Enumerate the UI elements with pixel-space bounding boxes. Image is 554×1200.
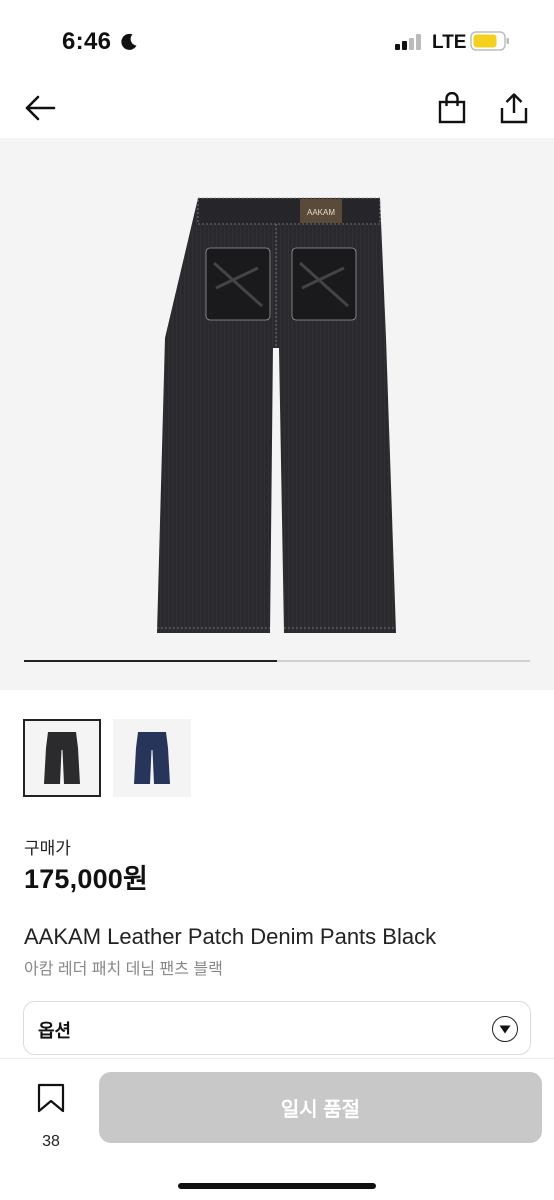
back-arrow-icon xyxy=(25,95,56,121)
thumbnail-black[interactable] xyxy=(23,719,101,797)
chevron-down-icon xyxy=(492,1016,518,1042)
price-value: 175,000원 xyxy=(24,864,149,894)
moon-icon xyxy=(121,33,137,50)
sold-out-button[interactable]: 일시 품절 xyxy=(99,1072,542,1143)
status-bar: 6:46 LTE xyxy=(0,0,554,80)
product-image: AAKAM xyxy=(157,197,396,633)
status-time: 6:46 xyxy=(62,28,112,55)
home-indicator xyxy=(178,1183,376,1189)
product-subtitle: 아캄 레더 패치 데님 팬츠 블랙 xyxy=(24,961,223,978)
product-image-carousel[interactable]: AAKAM xyxy=(0,138,554,690)
top-navigation xyxy=(0,80,554,138)
carousel-indicator-active xyxy=(24,660,277,662)
share-icon xyxy=(500,93,528,124)
shopping-bag-button[interactable] xyxy=(432,86,472,130)
bookmark-button[interactable]: 38 xyxy=(30,1079,72,1150)
thumbnail-image xyxy=(44,732,80,784)
bookmark-count: 38 xyxy=(42,1133,60,1150)
thumbnail-image xyxy=(134,732,170,784)
back-button[interactable] xyxy=(20,88,60,128)
product-title: AAKAM Leather Patch Denim Pants Black xyxy=(24,924,437,949)
option-select[interactable]: 옵션 xyxy=(23,1001,531,1055)
signal-icon xyxy=(395,34,421,50)
bookmark-icon xyxy=(37,1083,65,1113)
carousel-indicator xyxy=(24,660,530,662)
option-label: 옵션 xyxy=(38,1021,72,1041)
battery-icon xyxy=(470,31,509,51)
network-label: LTE xyxy=(432,32,467,53)
price-label: 구매가 xyxy=(24,839,71,858)
share-button[interactable] xyxy=(494,86,534,130)
bottom-action-bar: 38 일시 품절 xyxy=(0,1058,554,1200)
svg-text:AAKAM: AAKAM xyxy=(307,208,335,217)
shopping-bag-icon xyxy=(438,92,466,124)
thumbnail-blue[interactable] xyxy=(113,719,191,797)
